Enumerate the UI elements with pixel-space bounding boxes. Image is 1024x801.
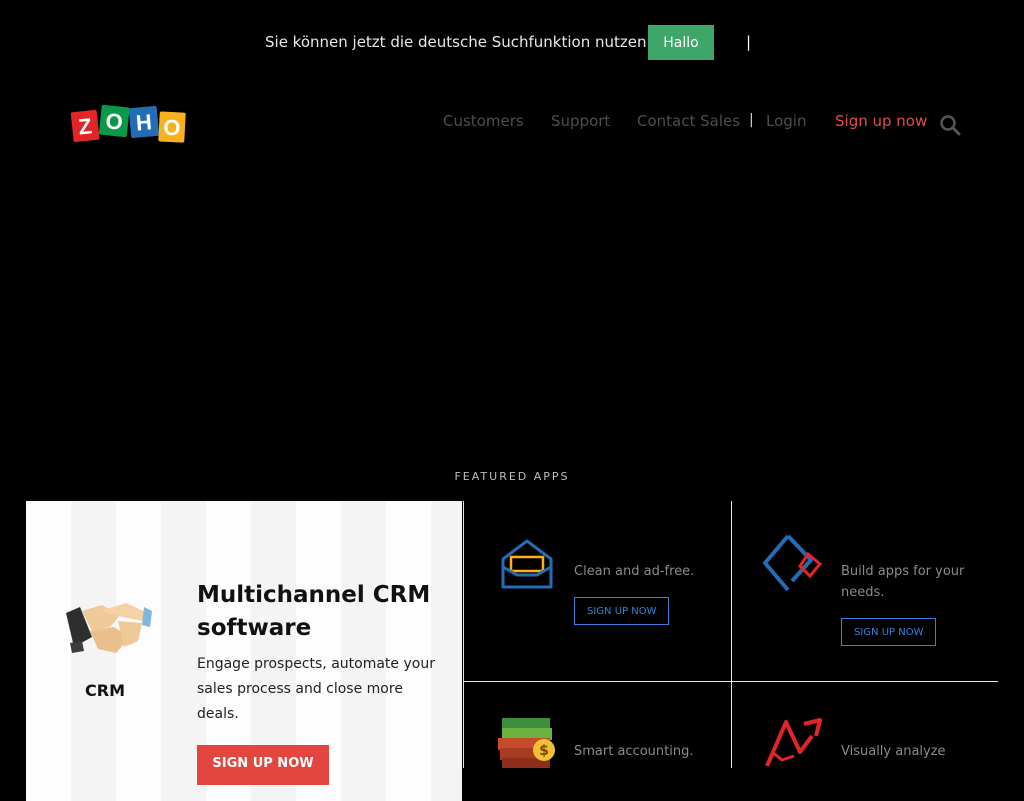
creator-icon bbox=[763, 534, 823, 592]
svg-text:$: $ bbox=[539, 743, 549, 759]
grid-divider-vertical-2 bbox=[731, 501, 732, 768]
search-icon[interactable] bbox=[939, 114, 961, 136]
grid-divider-vertical-1 bbox=[463, 501, 464, 768]
creator-signup-button[interactable]: SIGN UP NOW bbox=[841, 618, 937, 646]
featured-apps-label: FEATURED APPS bbox=[454, 470, 570, 483]
crm-description: Engage prospects, automate your sales pr… bbox=[197, 656, 435, 722]
crm-title: Multichannel CRM software bbox=[197, 582, 431, 641]
mail-description: Clean and ad-free. bbox=[574, 564, 695, 579]
handshake-icon bbox=[66, 603, 152, 653]
svg-text:O: O bbox=[163, 115, 181, 141]
svg-text:O: O bbox=[104, 108, 124, 135]
analytics-icon bbox=[765, 718, 822, 767]
creator-description: Build apps for your needs. bbox=[841, 564, 965, 600]
crm-signup-button[interactable]: SIGN UP NOW bbox=[197, 745, 329, 785]
zoho-logo[interactable]: Z O H O bbox=[70, 103, 186, 145]
nav-support[interactable]: Support bbox=[551, 112, 610, 130]
language-confirm-button[interactable]: Hallo bbox=[648, 25, 714, 60]
language-banner-close[interactable]: | bbox=[746, 33, 751, 51]
nav-login[interactable]: Login bbox=[766, 112, 806, 130]
svg-text:H: H bbox=[135, 109, 153, 135]
language-banner-message: Sie können jetzt die deutsche Suchfunkti… bbox=[265, 33, 653, 51]
analytics-description: Visually analyze bbox=[841, 744, 946, 759]
mail-signup-button[interactable]: SIGN UP NOW bbox=[574, 597, 670, 625]
nav-contact-sales[interactable]: Contact Sales bbox=[637, 112, 740, 130]
crm-feature-card: CRM Multichannel CRM software Engage pro… bbox=[26, 501, 462, 801]
books-icon: $ bbox=[498, 718, 555, 768]
nav-customers[interactable]: Customers bbox=[443, 112, 524, 130]
mail-icon bbox=[501, 539, 553, 589]
grid-divider-horizontal bbox=[463, 681, 998, 682]
crm-app-name: CRM bbox=[85, 681, 125, 700]
language-banner: Sie können jetzt die deutsche Suchfunkti… bbox=[0, 0, 1024, 86]
svg-text:Z: Z bbox=[77, 113, 93, 139]
nav-separator: | bbox=[749, 112, 754, 128]
nav-signup[interactable]: Sign up now bbox=[835, 112, 927, 130]
books-description: Smart accounting. bbox=[574, 744, 694, 759]
